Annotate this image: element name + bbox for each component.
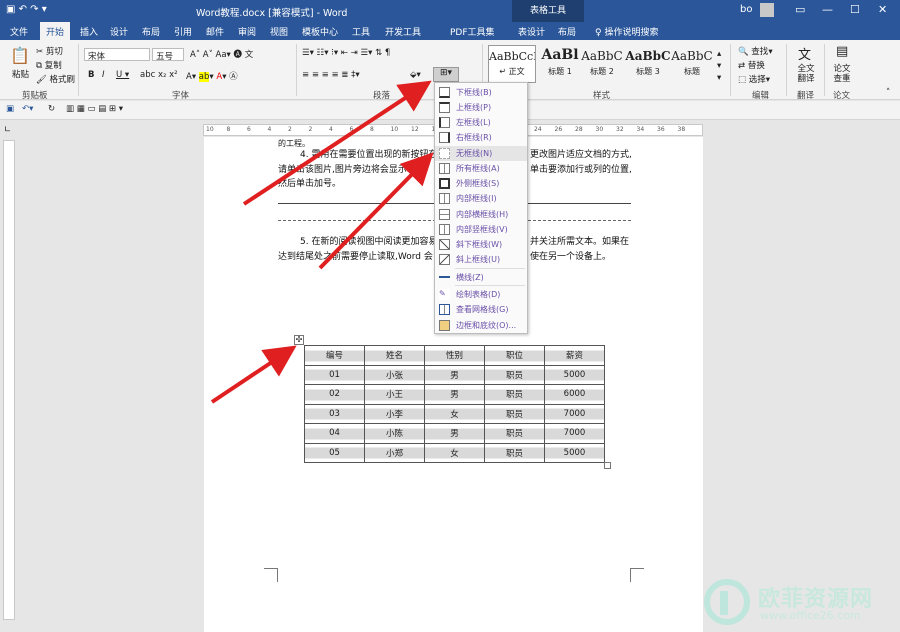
watermark-icon — [704, 579, 750, 625]
watermark-url: www.office26.com — [760, 609, 861, 622]
annotation-arrows — [210, 80, 434, 404]
arrow-to-no-border — [318, 152, 434, 270]
arrow-to-table-handle — [210, 345, 297, 404]
watermark-logo: 欧菲资源网 www.office26.com — [700, 575, 900, 632]
